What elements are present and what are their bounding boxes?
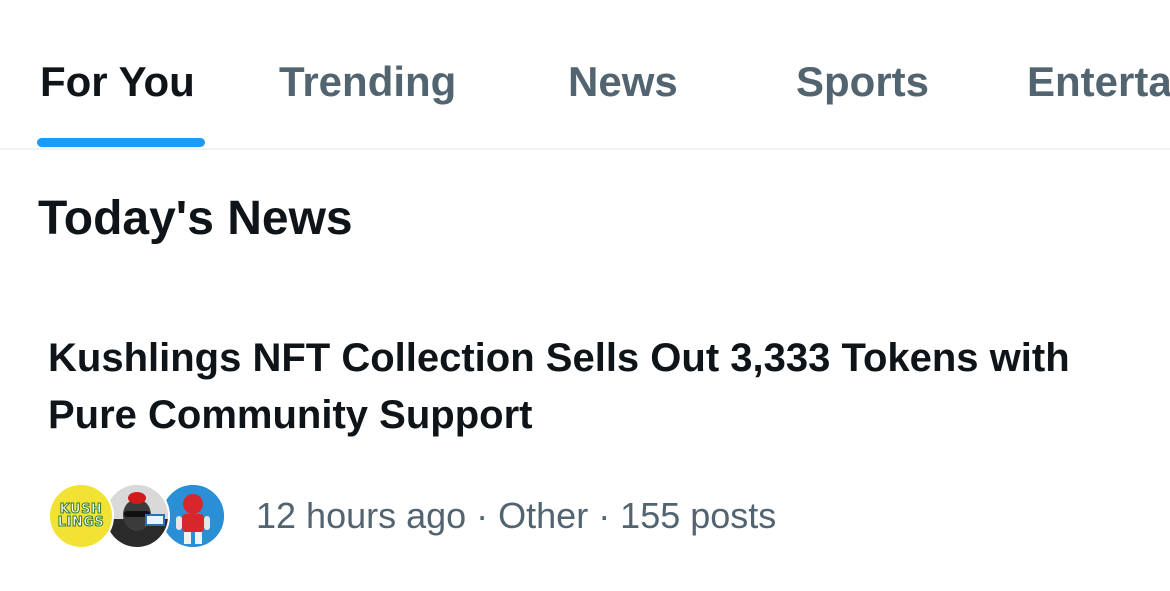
tab-trending[interactable]: Trending (279, 56, 456, 108)
explore-screen: For You Trending News Sports Enterta Tod… (0, 0, 1170, 591)
tab-sports[interactable]: Sports (796, 56, 929, 108)
active-tab-indicator (37, 138, 205, 147)
tab-for-you[interactable]: For You (40, 56, 195, 108)
kushlings-logo-avatar: KUSH LINGS (48, 483, 114, 549)
figure-portrait-icon (162, 485, 224, 547)
tab-news[interactable]: News (568, 56, 678, 108)
kushlings-logo-text: KUSH LINGS (57, 502, 105, 530)
character-portrait-icon (106, 485, 168, 547)
story-meta: 12 hours ago · Other · 155 posts (256, 495, 777, 536)
section-title: Today's News (38, 192, 353, 245)
tab-bar: For You Trending News Sports Enterta (0, 0, 1170, 150)
avatar-stack: KUSH LINGS (48, 483, 228, 549)
story-headline[interactable]: Kushlings NFT Collection Sells Out 3,333… (48, 330, 1128, 444)
tab-entertainment[interactable]: Enterta (1027, 56, 1170, 108)
news-story[interactable]: Kushlings NFT Collection Sells Out 3,333… (0, 320, 1170, 570)
